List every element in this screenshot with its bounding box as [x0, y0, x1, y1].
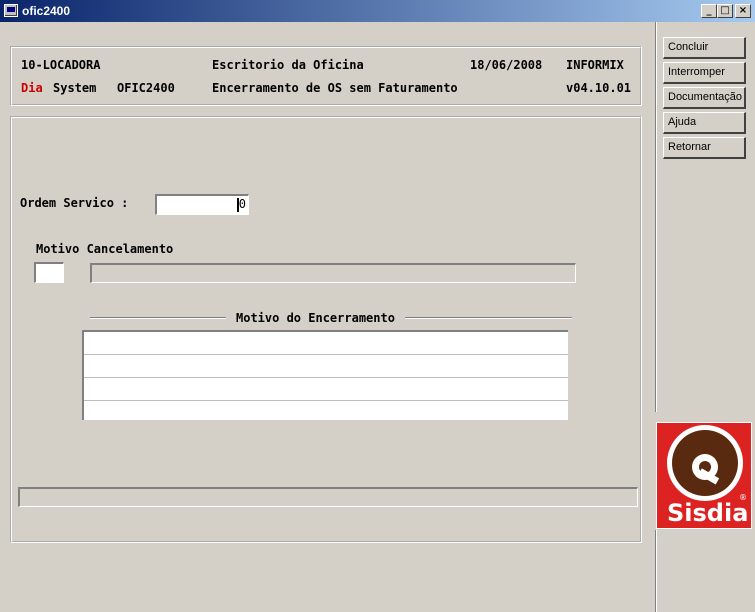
program-label: OFIC2400	[117, 81, 175, 95]
encerramento-title: Motivo do Encerramento	[226, 311, 405, 325]
window-title: ofic2400	[22, 4, 71, 18]
version-label: v04.10.01	[566, 81, 632, 95]
screen-title: Encerramento de OS sem Faturamento	[212, 81, 458, 95]
motivo-description-field	[90, 263, 576, 283]
app-icon[interactable]	[4, 4, 18, 17]
status-bar	[18, 487, 638, 507]
text-line[interactable]	[84, 332, 568, 354]
text-line[interactable]	[84, 355, 568, 377]
ajuda-button[interactable]: Ajuda	[663, 112, 746, 134]
registered-mark: ®	[739, 493, 747, 502]
interromper-button[interactable]: Interromper	[663, 62, 746, 84]
ordem-servico-label: Ordem Servico :	[20, 196, 129, 210]
documentacao-button[interactable]: Documentação	[663, 87, 746, 109]
database-label: INFORMIX	[566, 58, 624, 72]
text-line[interactable]	[84, 378, 568, 400]
header-panel: 10-LOCADORA Escritorio da Oficina 18/06/…	[10, 46, 642, 106]
ordem-servico-value: 0	[238, 197, 246, 211]
text-line[interactable]	[84, 401, 568, 420]
side-divider-bottom	[655, 530, 657, 612]
brand-dia: Dia	[21, 81, 43, 95]
close-button[interactable]: ×	[735, 4, 751, 18]
side-divider	[655, 22, 657, 412]
sisdia-logo-text: Sisdia	[667, 499, 749, 527]
concluir-button[interactable]: Concluir	[663, 37, 746, 59]
company-label: 10-LOCADORA	[21, 58, 101, 72]
encerramento-textarea[interactable]	[82, 330, 568, 420]
minimize-button[interactable]: _	[701, 4, 717, 18]
maximize-button[interactable]: □	[717, 4, 733, 18]
sisdia-logo: Sisdia ®	[656, 422, 752, 529]
date-label: 18/06/2008	[470, 58, 543, 72]
motivo-cancelamento-label: Motivo Cancelamento	[36, 242, 174, 256]
title-bar[interactable]: ofic2400 _ □ ×	[0, 0, 755, 22]
motivo-code-input[interactable]	[34, 262, 64, 283]
module-label: Escritorio da Oficina	[212, 58, 364, 72]
retornar-button[interactable]: Retornar	[663, 137, 746, 159]
ordem-servico-input[interactable]: 0	[155, 194, 249, 215]
form-panel: Ordem Servico : 0 Motivo Cancelamento Mo…	[10, 116, 642, 543]
sisdia-logo-mark	[667, 425, 743, 501]
brand-system: System	[53, 81, 97, 95]
